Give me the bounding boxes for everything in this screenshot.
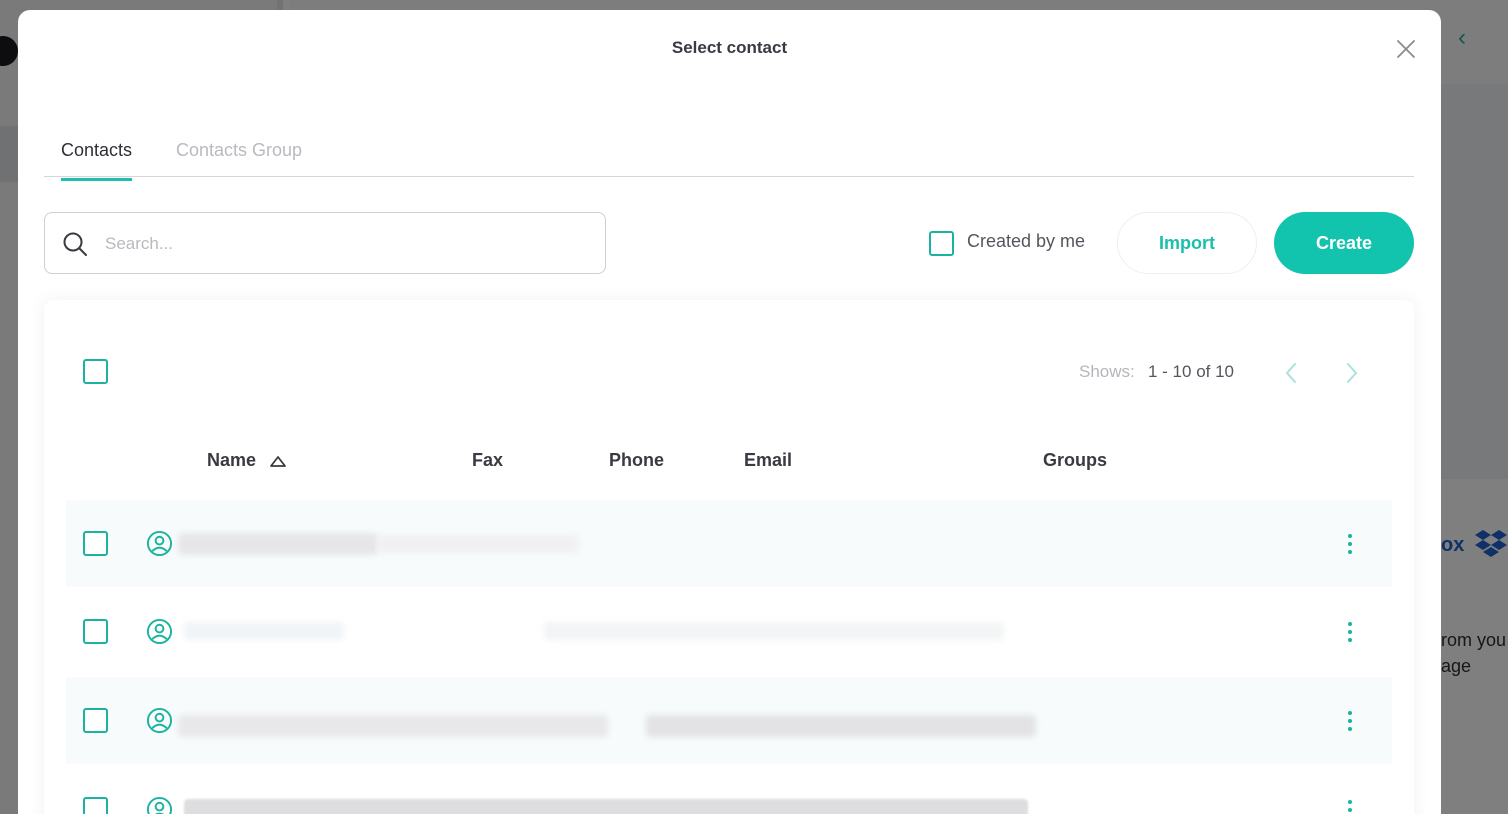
column-header-name[interactable]: Name (207, 450, 256, 471)
select-contact-modal: Select contact Contacts Contacts Group C… (18, 10, 1441, 814)
modal-title: Select contact (671, 38, 788, 57)
table-row[interactable] (66, 766, 1392, 814)
table-row[interactable] (66, 500, 1392, 587)
column-header-fax: Fax (472, 450, 504, 470)
redacted-details (646, 715, 1036, 737)
tab-contacts-group[interactable]: Contacts Group (176, 140, 302, 161)
more-options-icon[interactable] (1340, 531, 1360, 557)
import-button[interactable]: Import (1117, 212, 1257, 274)
more-options-icon[interactable] (1340, 708, 1360, 734)
redacted-details (184, 799, 1028, 814)
column-header-phone: Phone (609, 450, 665, 470)
column-header-email: Email (744, 450, 793, 470)
user-circle-icon (146, 618, 173, 645)
chevron-right-icon[interactable] (1341, 360, 1363, 386)
row-checkbox[interactable] (83, 708, 108, 733)
more-options-icon[interactable] (1340, 619, 1360, 645)
column-header-groups: Groups (1043, 450, 1108, 470)
row-checkbox[interactable] (83, 531, 108, 556)
pagination-range: 1 - 10 of 10 (1148, 362, 1235, 381)
row-checkbox[interactable] (83, 619, 108, 644)
pagination-label: Shows: (1079, 362, 1135, 381)
close-icon[interactable] (1395, 38, 1417, 60)
created-by-me-checkbox[interactable] (929, 231, 954, 256)
chevron-left-icon[interactable] (1280, 360, 1302, 386)
redacted-fax (378, 535, 578, 553)
select-all-checkbox[interactable] (83, 359, 108, 384)
search-input[interactable] (105, 225, 585, 263)
tab-bar: Contacts Contacts Group (44, 130, 1414, 181)
redacted-details (544, 622, 1004, 640)
create-button[interactable]: Create (1274, 212, 1414, 274)
table-row[interactable] (66, 588, 1392, 675)
contacts-table-card: Shows: 1 - 10 of 10 Name Fax Phone Email… (44, 300, 1414, 814)
search-box (44, 212, 606, 274)
more-options-icon[interactable] (1340, 797, 1360, 814)
redacted-name (178, 533, 378, 555)
created-by-me-label[interactable]: Created by me (967, 231, 1085, 252)
redacted-name (178, 715, 608, 737)
user-circle-icon (146, 707, 173, 734)
user-circle-icon (146, 796, 173, 814)
table-row[interactable] (66, 677, 1392, 764)
tab-contacts[interactable]: Contacts (61, 140, 133, 181)
sort-ascending-icon[interactable] (269, 454, 287, 468)
row-checkbox[interactable] (83, 797, 108, 814)
user-circle-icon (146, 530, 173, 557)
search-icon (63, 232, 87, 256)
redacted-name (184, 622, 344, 640)
